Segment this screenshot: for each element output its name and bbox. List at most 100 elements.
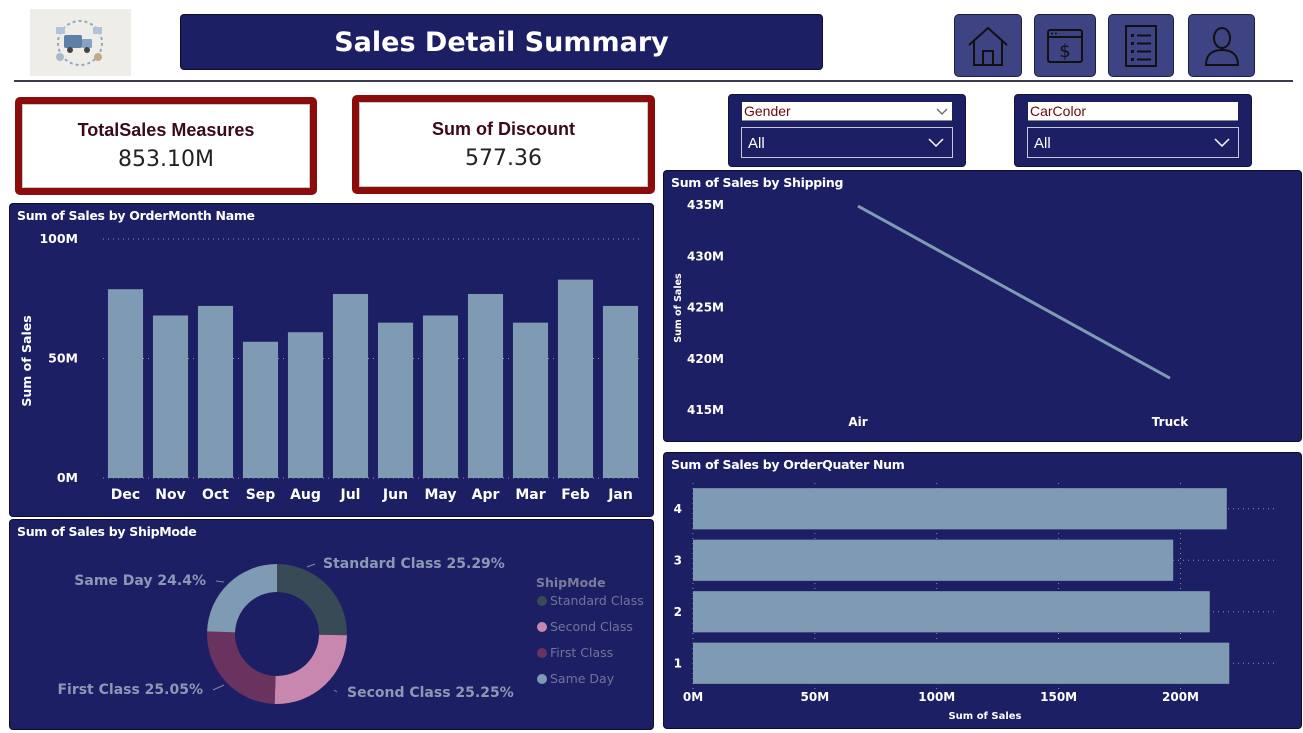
legend-item-label: First Class [550, 645, 613, 660]
bar-jan [602, 305, 639, 478]
chart-panel-quarter: Sum of Sales by OrderQuater Num Sum of S… [663, 452, 1302, 729]
legend-marker [537, 596, 547, 606]
kpi-card-total-sales: TotalSales Measures 853.10M [15, 97, 317, 195]
sales-page-button[interactable]: $ [1034, 14, 1096, 77]
document-list-icon [1125, 24, 1157, 67]
chart-shipping-ylabel: Sum of Sales [673, 273, 684, 343]
gender-slicer-label: Gender [744, 103, 791, 119]
x-tick-label: Air [848, 415, 867, 429]
x-tick-label: Feb [561, 487, 590, 503]
x-tick-label: 0M [683, 690, 703, 704]
y-tick-label: 425M [687, 301, 724, 315]
bar-oct [197, 305, 234, 478]
legend-item-label: Second Class [550, 619, 633, 634]
slice-standard-class [277, 564, 347, 636]
bar-apr [467, 293, 504, 478]
chevron-down-icon [936, 108, 948, 115]
x-tick-label: Oct [202, 487, 229, 503]
bar-quarter-1 [693, 642, 1230, 684]
chart-shipping-svg: Sum of Sales 435M 430M 425M 420M 415M Air Truc… [673, 198, 1189, 429]
y-tick-label: 100M [39, 231, 78, 246]
chart-month-svg: Sum of Sales 100M 50M 0M Dec Nov Oct Sep Aug Jul… [19, 231, 643, 503]
bar-quarter-3 [693, 539, 1174, 581]
chevron-down-icon [1214, 138, 1230, 148]
x-tick-label: Jan [607, 487, 633, 503]
y-tick-label: 1 [674, 656, 682, 670]
header-divider [14, 80, 1293, 82]
slice-same-day [207, 564, 277, 633]
kpi-total-sales-label: TotalSales Measures [77, 120, 255, 140]
legend-title: ShipMode [536, 575, 606, 590]
x-tick-label: Truck [1152, 415, 1189, 429]
bar-aug [287, 332, 324, 478]
bar-dec [107, 289, 144, 478]
details-page-button[interactable] [1108, 14, 1174, 77]
y-tick-label: 430M [687, 249, 724, 263]
x-tick-label: 100M [918, 690, 955, 704]
chart-panel-shipmode: Sum of Sales by ShipMode ShipMode Standa… [9, 519, 654, 730]
legend-item-label: Standard Class [550, 593, 644, 608]
x-tick-label: Aug [290, 487, 321, 503]
bar-quarter-4 [693, 488, 1227, 530]
svg-text:$: $ [1059, 41, 1070, 62]
carcolor-slicer-label: CarColor [1030, 103, 1087, 119]
carcolor-slicer: CarColor All [1014, 94, 1252, 167]
legend-item-label: Same Day [550, 671, 615, 686]
kpi-discount-label: Sum of Discount [432, 118, 575, 139]
x-tick-label: 200M [1162, 690, 1199, 704]
kpi-discount-value: 577.36 [465, 145, 542, 171]
chart-quarter-xlabel: Sum of Sales [948, 711, 1021, 722]
x-tick-label: Apr [472, 487, 500, 503]
leader-line [306, 563, 316, 568]
slice-label: Standard Class 25.29% [323, 556, 505, 572]
chart-shipmode-svg: ShipMode Standard Class 25.29% Second Cla… [57, 556, 644, 704]
gender-slicer: Gender All [728, 94, 966, 167]
slice-label: Second Class 25.25% [347, 685, 514, 701]
kpi-total-sales-value: 853.10M [118, 147, 214, 172]
x-tick-label: Dec [111, 487, 140, 503]
slice-second-class [274, 634, 347, 704]
leader-line [212, 684, 225, 691]
gender-dropdown-value: All [748, 135, 765, 152]
y-tick-label: 0M [57, 470, 78, 485]
bar-may [422, 315, 459, 478]
series-line [857, 204, 1171, 380]
bar-jun [377, 322, 414, 478]
slice-label: First Class 25.05% [57, 682, 203, 698]
chevron-down-icon [928, 138, 944, 148]
carcolor-slicer-header[interactable]: CarColor [1028, 102, 1238, 121]
chart-panel-shipping: Sum of Sales by Shipping Sum of Sales 43… [663, 170, 1302, 442]
chart-panel-month: Sum of Sales by OrderMonth Name Sum of S… [9, 203, 654, 517]
y-tick-label: 50M [48, 351, 78, 366]
slice-label: Same Day 24.4% [74, 573, 206, 589]
x-tick-label: Mar [515, 487, 545, 503]
bar-jul [332, 293, 369, 478]
x-tick-label: Sep [246, 487, 276, 503]
y-tick-label: 2 [674, 605, 682, 619]
x-tick-label: Nov [155, 487, 185, 503]
leader-line [333, 689, 338, 693]
legend-marker [537, 674, 547, 684]
bar-feb [557, 279, 594, 478]
company-logo [30, 9, 131, 76]
y-tick-label: 3 [674, 553, 682, 567]
carcolor-dropdown[interactable]: All [1027, 127, 1239, 158]
user-profile-button[interactable] [1188, 14, 1255, 77]
home-button[interactable] [954, 14, 1022, 77]
gender-dropdown[interactable]: All [741, 127, 953, 158]
home-icon [968, 26, 1008, 66]
dollar-page-icon: $ [1047, 28, 1083, 63]
x-tick-label: 50M [801, 690, 830, 704]
page-title-text: Sales Detail Summary [334, 26, 669, 58]
y-tick-label: 415M [687, 403, 724, 417]
bar-mar [512, 322, 549, 478]
legend-marker [537, 648, 547, 658]
page-title: Sales Detail Summary [180, 14, 823, 70]
y-tick-label: 435M [687, 198, 724, 212]
x-tick-label: 150M [1040, 690, 1077, 704]
x-tick-label: May [424, 487, 456, 503]
slice-first-class [207, 631, 276, 704]
x-tick-label: Jun [382, 487, 408, 503]
gender-slicer-header[interactable]: Gender [742, 102, 952, 121]
delivery-logo-icon [56, 20, 103, 66]
